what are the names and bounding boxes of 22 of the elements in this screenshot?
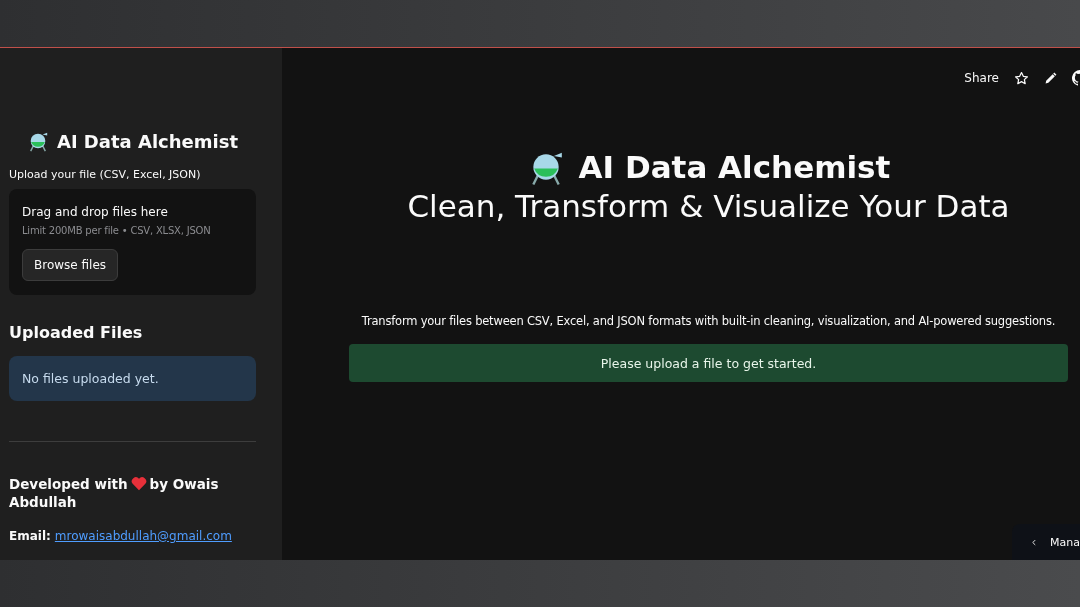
heart-icon: [130, 476, 147, 491]
email-link[interactable]: mrowaisabdullah@gmail.com: [54, 529, 232, 543]
star-icon[interactable]: [1014, 70, 1029, 86]
manage-app-button[interactable]: Mana: [1012, 524, 1080, 560]
dropzone-title: Drag and drop files here: [22, 205, 169, 219]
sidebar-title: AI Data Alchemist: [56, 130, 238, 152]
page-subtitle: Clean, Transform & Visualize Your Data: [407, 188, 1010, 224]
share-button[interactable]: Share: [964, 71, 999, 85]
uploaded-files-heading: Uploaded Files: [9, 323, 144, 342]
upload-label: Upload your file (CSV, Excel, JSON): [9, 168, 202, 181]
browse-files-button[interactable]: Browse files: [22, 249, 119, 281]
credit-text: Abdullah: [9, 494, 77, 510]
dropzone-hint: Limit 200MB per file • CSV, XLSX, JSON: [22, 225, 212, 236]
description-text: Transform your files between CSV, Excel, and JSON formats with built-in cleaning, visualization, and AI-powered suggestions.: [361, 314, 1056, 328]
credit-text: Developed with: [9, 476, 128, 492]
info-message: No files uploaded yet.: [9, 356, 256, 401]
email-label: Email:: [9, 529, 51, 543]
edit-icon[interactable]: [1044, 71, 1057, 85]
credit-text: by Owais: [149, 476, 219, 492]
success-message: Please upload a file to get started.: [349, 344, 1068, 382]
file-dropzone[interactable]: Drag and drop files here Limit 200MB per file • CSV, XLSX, JSON Browse files: [9, 189, 256, 295]
page-title: AI Data Alchemist: [578, 149, 891, 185]
